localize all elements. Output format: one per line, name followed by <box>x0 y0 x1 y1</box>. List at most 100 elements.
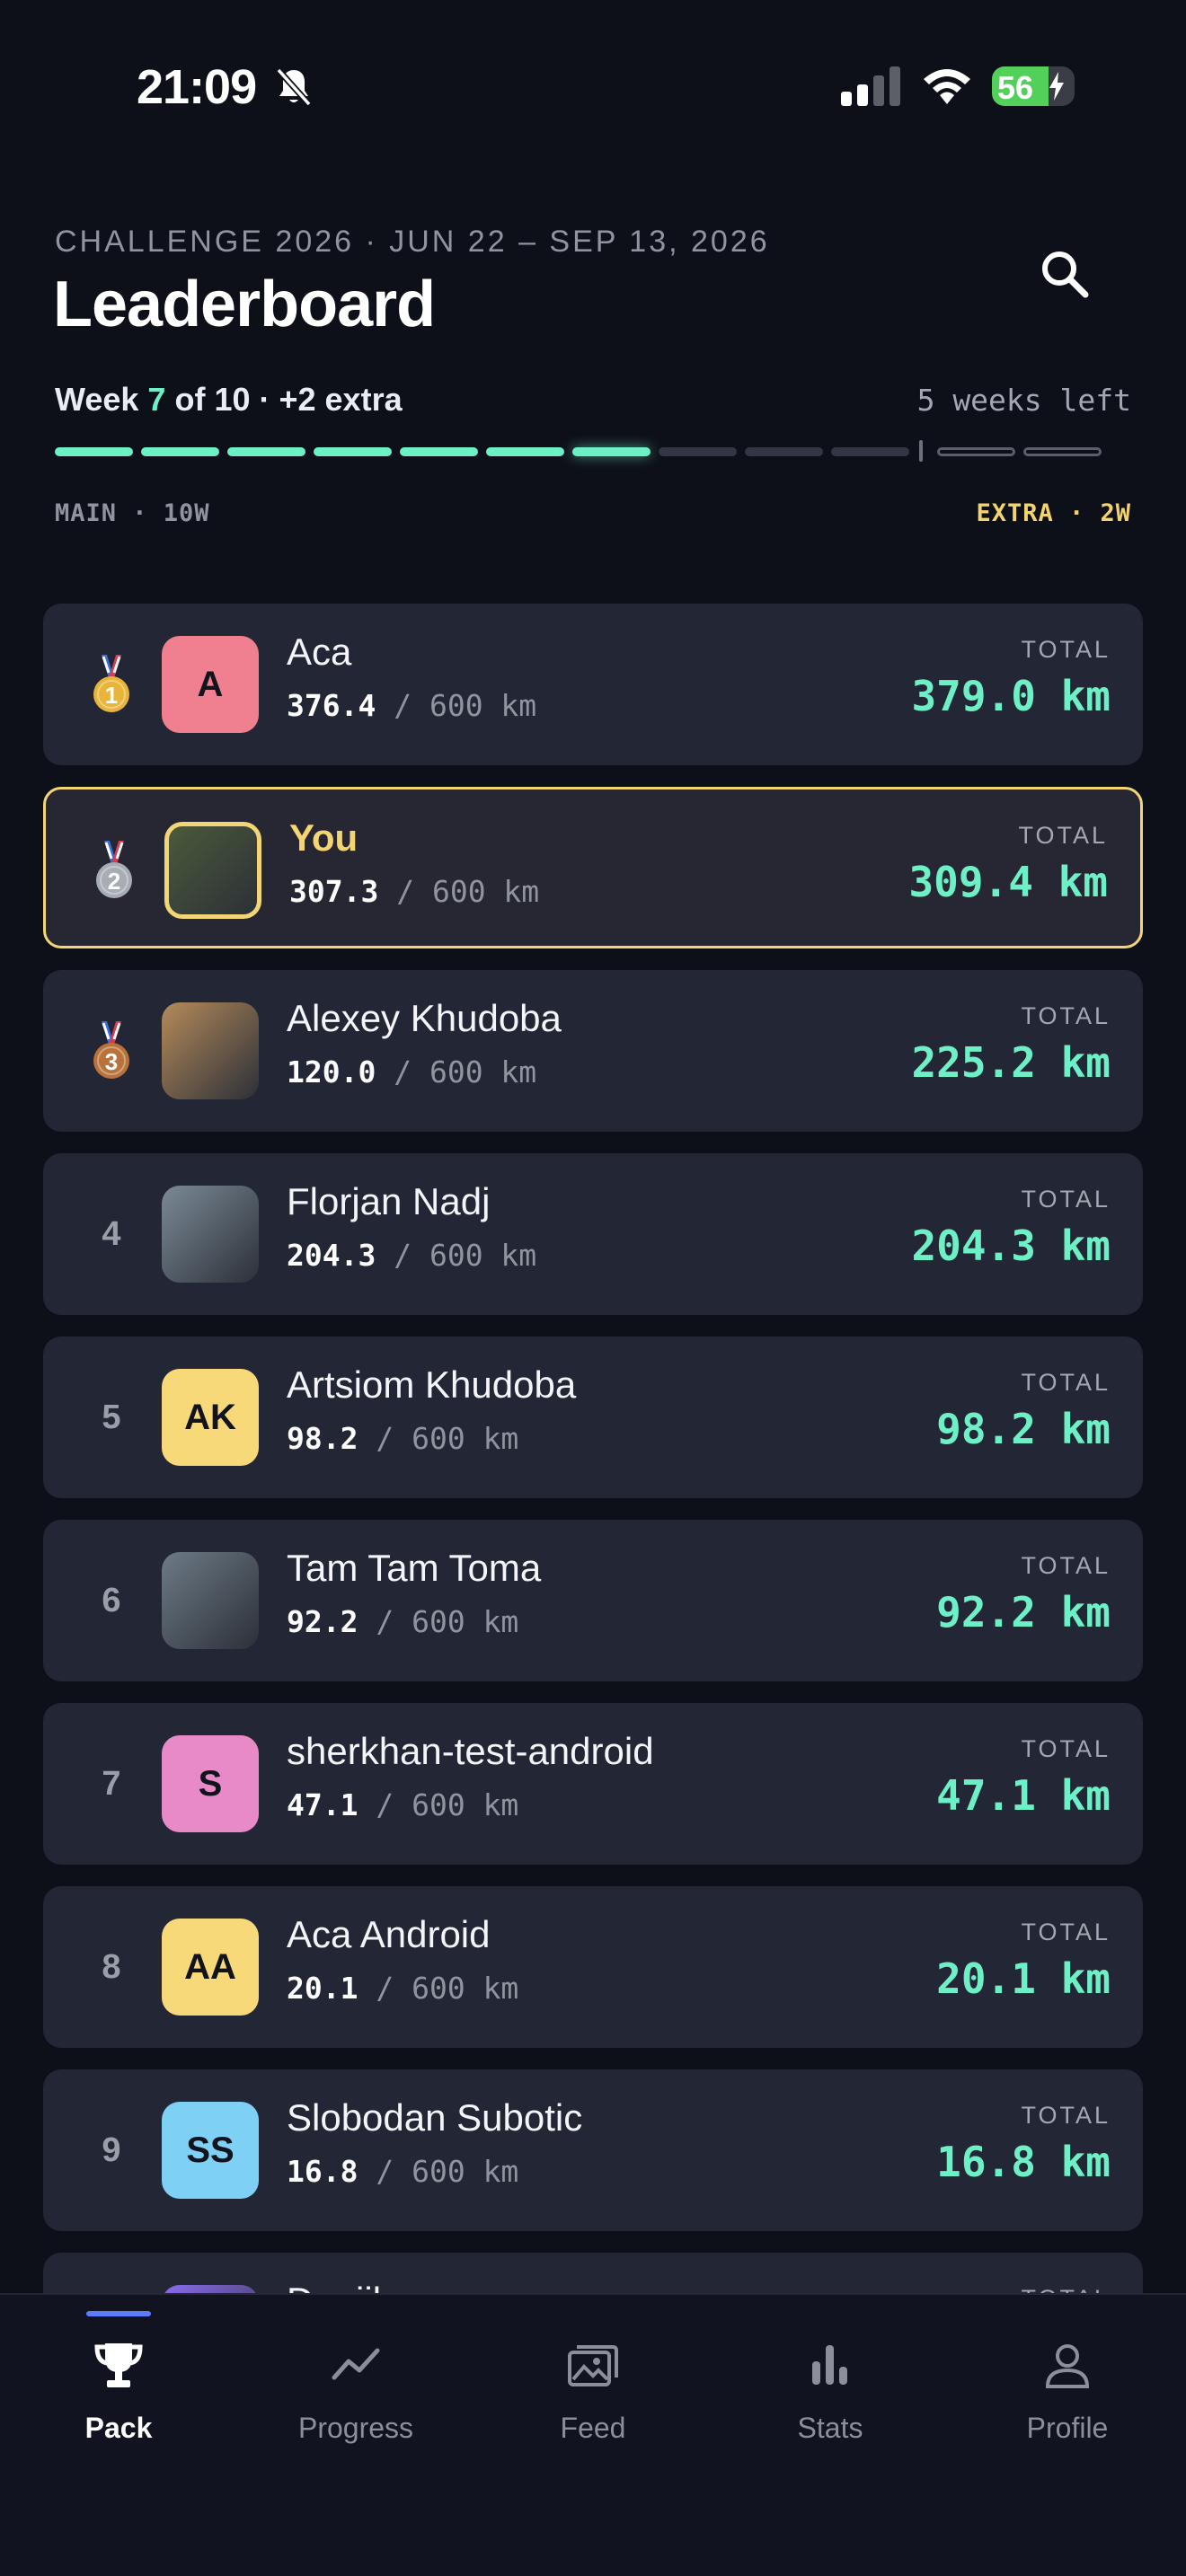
weeks-left: 5 weeks left <box>916 383 1131 418</box>
tab-pack[interactable]: Pack <box>0 2295 237 2475</box>
rank: 6 <box>102 1581 121 1619</box>
participant-name: Alexey Khudoba <box>287 997 562 1039</box>
progress-segment-extra-1 <box>937 447 1015 456</box>
challenge-progress-bar <box>55 440 1131 462</box>
progress-segment-week-8 <box>659 447 737 456</box>
total-label: TOTAL <box>1021 636 1111 663</box>
progress-segment-week-1 <box>55 447 133 456</box>
main-distance: 92.2 / 600 km <box>287 1604 519 1639</box>
total-label: TOTAL <box>1018 822 1108 849</box>
tab-bar: Pack Progress Feed Stats Profile <box>0 2293 1186 2576</box>
tab-progress[interactable]: Progress <box>237 2295 474 2475</box>
extra-weeks-label: EXTRA · 2W <box>976 499 1131 527</box>
avatar-initials: S <box>198 1763 223 1804</box>
leaderboard-row[interactable]: 9 SS Slobodan Subotic 16.8 / 600 km TOTA… <box>43 2069 1143 2231</box>
progress-segment-week-9 <box>745 447 823 456</box>
avatar: A <box>162 636 259 733</box>
avatar <box>162 1552 259 1649</box>
leaderboard-row[interactable]: 8 AA Aca Android 20.1 / 600 km TOTAL 20.… <box>43 1886 1143 2048</box>
participant-name: Florjan Nadj <box>287 1180 491 1222</box>
leaderboard-row[interactable]: 4 Florjan Nadj 204.3 / 600 km TOTAL 204.… <box>43 1153 1143 1315</box>
leaderboard-row[interactable]: 5 AK Artsiom Khudoba 98.2 / 600 km TOTAL… <box>43 1337 1143 1498</box>
participant-name: Aca Android <box>287 1913 491 1955</box>
leaderboard-row[interactable]: 2 You 307.3 / 600 km TOTAL 309.4 km <box>43 787 1143 948</box>
total-label: TOTAL <box>1021 1919 1111 1945</box>
progress-segment-week-2 <box>141 447 219 456</box>
battery-indicator: 56 <box>992 66 1075 106</box>
status-bar: 21:09 56 <box>0 0 1186 171</box>
progress-segment-week-10 <box>831 447 909 456</box>
extra-weeks-divider <box>919 440 923 462</box>
rank: 4 <box>102 1214 121 1253</box>
person-icon <box>1045 2344 1090 2388</box>
bell-muted-icon <box>276 67 312 107</box>
rank: 9 <box>102 2130 121 2169</box>
avatar <box>164 822 261 919</box>
tab-feed[interactable]: Feed <box>474 2295 712 2475</box>
total-distance: 204.3 km <box>911 1222 1111 1270</box>
total-label: TOTAL <box>1021 1002 1111 1029</box>
cellular-signal-icon <box>841 66 900 106</box>
svg-text:1: 1 <box>105 682 118 709</box>
main-distance: 307.3 / 600 km <box>289 874 540 909</box>
progress-segment-week-6 <box>486 447 564 456</box>
main-distance: 376.4 / 600 km <box>287 688 537 723</box>
participant-name: Slobodan Subotic <box>287 2096 583 2139</box>
tab-profile[interactable]: Profile <box>949 2295 1186 2475</box>
leaderboard-row[interactable]: 1 A Aca 376.4 / 600 km TOTAL 379.0 km <box>43 604 1143 765</box>
week-summary: Week 7 of 10 · +2 extra <box>55 381 403 418</box>
avatar: AA <box>162 1919 259 2016</box>
progress-segment-week-5 <box>400 447 478 456</box>
tab-stats[interactable]: Stats <box>712 2295 949 2475</box>
avatar: SS <box>162 2102 259 2199</box>
charging-bolt-icon <box>1049 72 1064 101</box>
challenge-dates: CHALLENGE 2026 · JUN 22 – SEP 13, 2026 <box>55 225 770 259</box>
photos-icon <box>568 2345 618 2386</box>
bronze-medal-icon: 3 <box>93 1021 129 1079</box>
total-label: TOTAL <box>1021 1186 1111 1213</box>
total-label: TOTAL <box>1021 1735 1111 1762</box>
total-distance: 92.2 km <box>936 1588 1111 1636</box>
participant-name: You <box>289 816 358 859</box>
trophy-icon <box>94 2343 143 2387</box>
avatar-initials: A <box>197 664 224 704</box>
progress-segment-week-3 <box>227 447 305 456</box>
page-title: Leaderboard <box>53 269 436 340</box>
status-time: 21:09 <box>137 60 257 114</box>
main-distance: 47.1 / 600 km <box>287 1787 519 1822</box>
search-icon[interactable] <box>1037 246 1091 300</box>
main-weeks-label: MAIN · 10W <box>55 499 210 527</box>
total-distance: 16.8 km <box>936 2138 1111 2186</box>
total-label: TOTAL <box>1021 1552 1111 1579</box>
battery-level: 56 <box>997 69 1034 106</box>
rank: 8 <box>102 1947 121 1986</box>
leaderboard-row[interactable]: 3 Alexey Khudoba 120.0 / 600 km TOTAL 22… <box>43 970 1143 1132</box>
total-label: TOTAL <box>1021 2102 1111 2129</box>
progress-segment-extra-2 <box>1023 447 1102 456</box>
total-distance: 98.2 km <box>936 1405 1111 1453</box>
rank: 3 <box>84 970 138 1132</box>
avatar: AK <box>162 1369 259 1466</box>
progress-segment-week-4 <box>314 447 392 456</box>
rank: 7 <box>102 1764 121 1803</box>
main-distance: 20.1 / 600 km <box>287 1971 519 2006</box>
svg-text:3: 3 <box>105 1048 118 1075</box>
leaderboard-row[interactable]: 7 S sherkhan-test-android 47.1 / 600 km … <box>43 1703 1143 1865</box>
active-tab-indicator <box>86 2311 151 2316</box>
total-distance: 47.1 km <box>936 1771 1111 1820</box>
leaderboard-row[interactable]: 6 Tam Tam Toma 92.2 / 600 km TOTAL 92.2 … <box>43 1520 1143 1681</box>
main-distance: 16.8 / 600 km <box>287 2154 519 2189</box>
total-distance: 20.1 km <box>936 1954 1111 2003</box>
main-distance: 204.3 / 600 km <box>287 1238 537 1273</box>
avatar <box>162 1186 259 1283</box>
silver-medal-icon: 2 <box>96 841 132 898</box>
svg-text:2: 2 <box>108 868 120 895</box>
participant-name: sherkhan-test-android <box>287 1730 654 1772</box>
total-label: TOTAL <box>1021 1369 1111 1396</box>
avatar: S <box>162 1735 259 1832</box>
gold-medal-icon: 1 <box>93 655 129 712</box>
avatar-initials: AA <box>184 1946 236 1987</box>
avatar-initials: AK <box>184 1397 236 1437</box>
participant-name: Artsiom Khudoba <box>287 1363 577 1406</box>
total-distance: 225.2 km <box>911 1038 1111 1087</box>
